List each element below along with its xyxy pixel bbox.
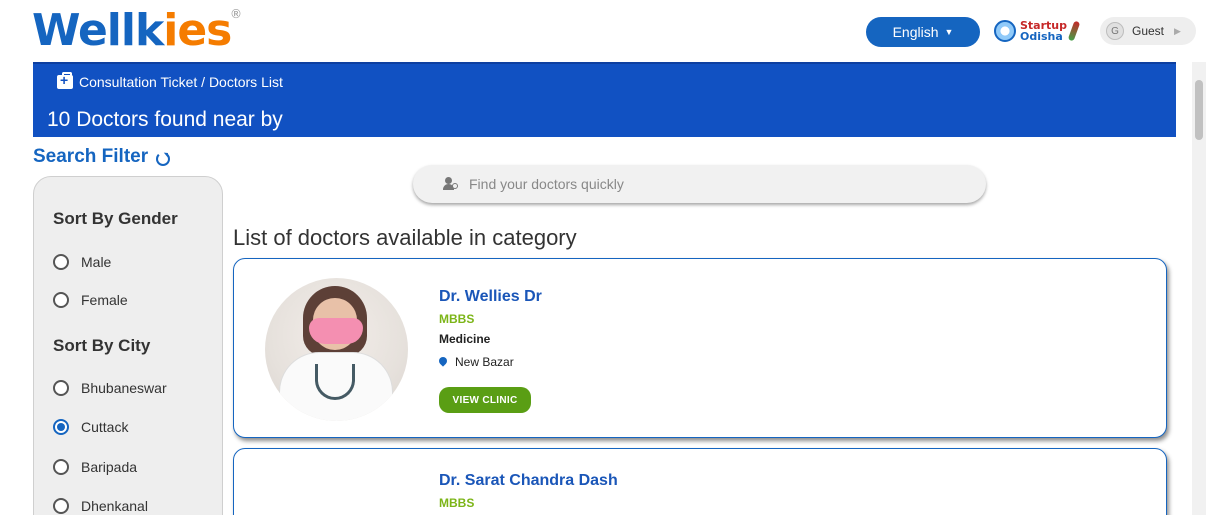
doctor-location: New Bazar (439, 355, 514, 369)
doctor-speciality: Medicine (439, 332, 491, 346)
chevron-right-icon: ▶ (1174, 25, 1181, 36)
filter-title-text: Search Filter (33, 146, 149, 167)
doctor-degree: MBBS (439, 312, 475, 326)
doctor-degree: MBBS (439, 496, 475, 510)
city-option-cuttack[interactable]: Cuttack (53, 419, 128, 435)
person-search-icon (443, 177, 459, 191)
gender-heading: Sort By Gender (53, 209, 178, 228)
doctor-card[interactable]: Dr. Sarat Chandra Dash MBBS (233, 448, 1167, 515)
avatar: G (1106, 22, 1124, 40)
doctor-name[interactable]: Dr. Sarat Chandra Dash (439, 472, 618, 490)
top-bar: Wellkies ® English ▼ Startup Odisha G Gu… (0, 0, 1206, 62)
city-label: Dhenkanal (81, 498, 148, 514)
rocket-icon (1067, 20, 1081, 42)
filter-sidebar: Sort By Gender Male Female Sort By City … (33, 176, 223, 515)
scrollbar-thumb[interactable] (1195, 80, 1203, 140)
page: Wellkies ® English ▼ Startup Odisha G Gu… (0, 0, 1206, 515)
list-title: List of doctors available in category (233, 225, 577, 250)
search-input[interactable] (469, 176, 949, 192)
user-menu[interactable]: G Guest ▶ (1100, 17, 1196, 45)
location-pin-icon (439, 357, 447, 368)
view-clinic-button[interactable]: VIEW CLINIC (439, 387, 531, 413)
radio-baripada[interactable] (53, 459, 69, 475)
city-label: Cuttack (81, 419, 129, 435)
search-filter-title: Search Filter (33, 146, 171, 168)
wellkies-logo[interactable]: Wellkies ® (32, 5, 242, 56)
city-option-dhenkanal[interactable]: Dhenkanal (53, 498, 148, 514)
logo-text-accent: ies (163, 5, 232, 56)
doctor-search-bar[interactable] (413, 165, 986, 203)
gender-option-male[interactable]: Male (53, 254, 111, 270)
city-option-bhubaneswar[interactable]: Bhubaneswar (53, 380, 167, 396)
city-label: Bhubaneswar (81, 380, 167, 396)
doctor-photo (265, 278, 408, 421)
page-title: 10 Doctors found near by (47, 108, 283, 131)
doctor-card[interactable]: Dr. Wellies Dr MBBS Medicine New Bazar V… (233, 258, 1167, 438)
registered-mark: ® (230, 7, 242, 21)
breadcrumb: Consultation Ticket / Doctors List (57, 72, 283, 90)
gender-option-female[interactable]: Female (53, 292, 128, 308)
page-banner: Consultation Ticket / Doctors List 10 Do… (33, 62, 1176, 137)
radio-male[interactable] (53, 254, 69, 270)
radio-dhenkanal[interactable] (53, 498, 69, 514)
user-name: Guest (1132, 24, 1165, 38)
city-option-baripada[interactable]: Baripada (53, 459, 137, 475)
breadcrumb-text[interactable]: Consultation Ticket / Doctors List (79, 74, 283, 90)
logo-text-main: Wellk (32, 5, 164, 56)
medical-kit-icon (57, 72, 73, 89)
scrollbar[interactable] (1192, 62, 1206, 515)
reset-filter-icon[interactable] (156, 152, 171, 166)
radio-female[interactable] (53, 292, 69, 308)
gender-label: Male (81, 254, 112, 270)
radio-bhubaneswar[interactable] (53, 380, 69, 396)
startup-odisha-logo: Startup Odisha (994, 13, 1092, 49)
language-dropdown[interactable]: English ▼ (866, 17, 980, 47)
city-heading: Sort By City (53, 336, 151, 355)
language-label: English (892, 24, 939, 40)
odisha-seal-icon (994, 20, 1016, 42)
caret-down-icon: ▼ (944, 27, 954, 37)
city-label: Baripada (81, 459, 138, 475)
radio-cuttack[interactable] (53, 419, 69, 435)
location-text: New Bazar (455, 355, 514, 369)
gender-label: Female (81, 292, 128, 308)
doctor-name[interactable]: Dr. Wellies Dr (439, 288, 542, 306)
partner-line-2: Odisha (1020, 30, 1063, 43)
